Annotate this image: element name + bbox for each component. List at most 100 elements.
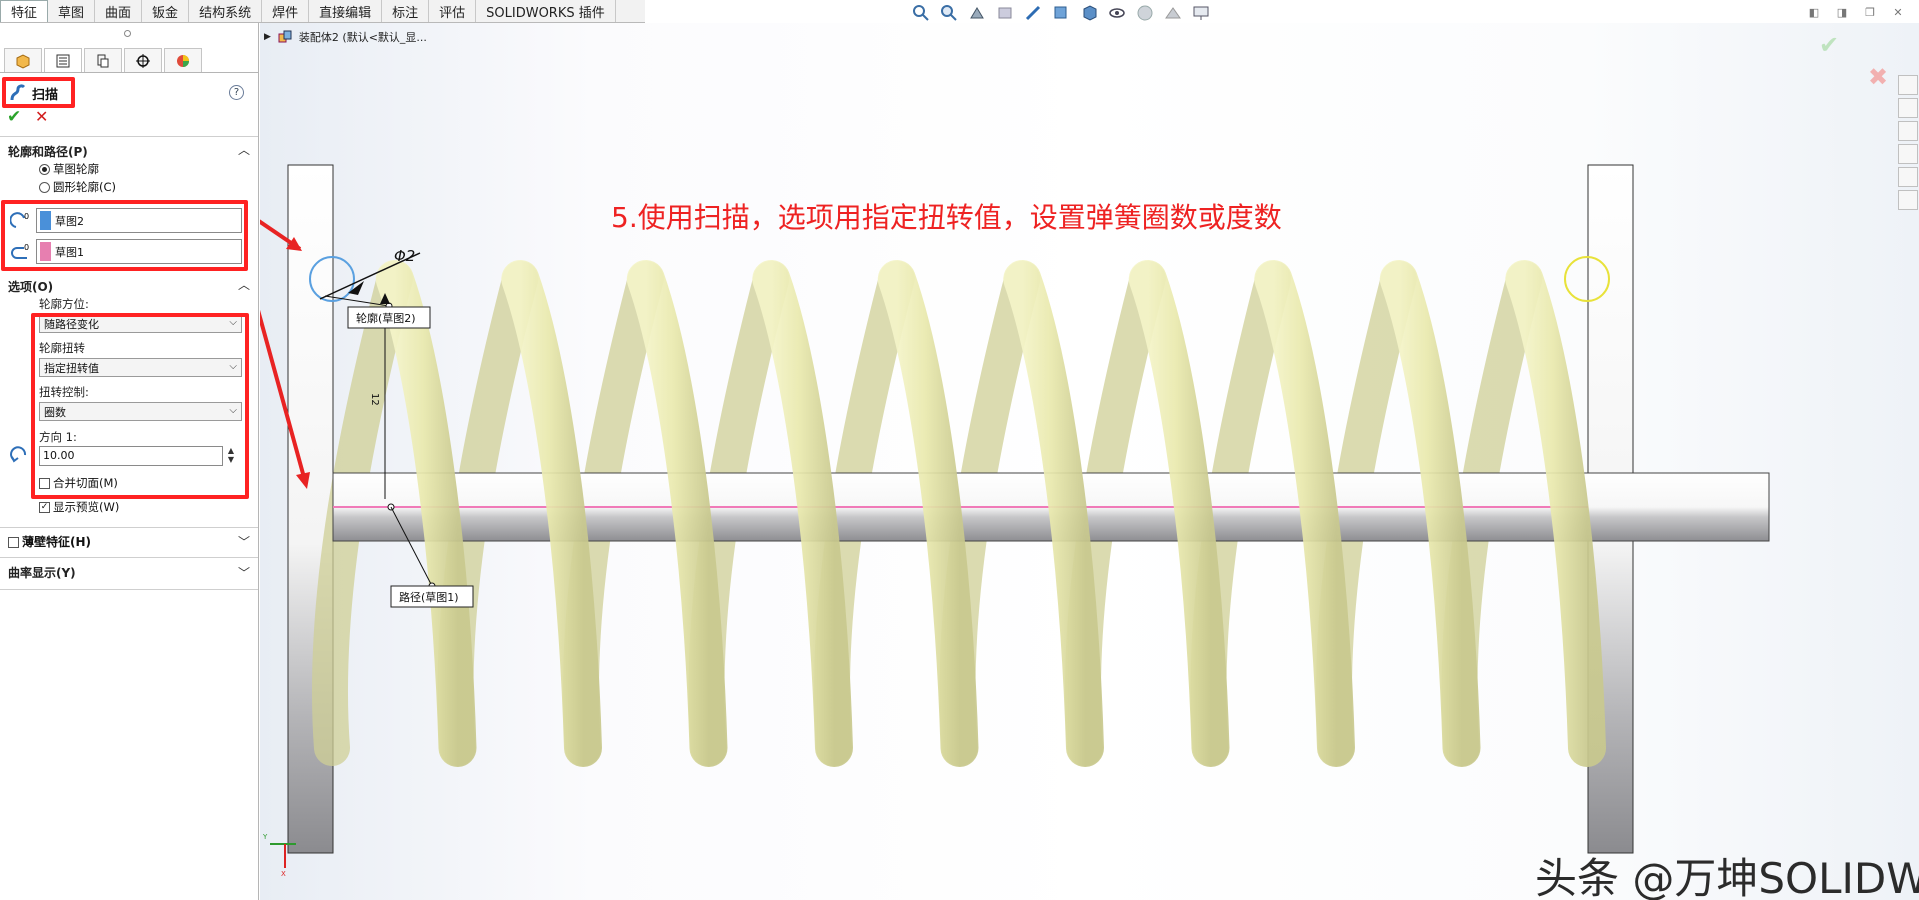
merge-tangent-label: 合并切面(M): [53, 476, 118, 490]
divider: [0, 557, 258, 558]
twist-dropdown[interactable]: 指定扭转值 ⌵: [39, 358, 242, 377]
custom-properties-icon[interactable]: [1898, 190, 1918, 210]
propertymanager-tab-icon[interactable]: [44, 48, 82, 72]
show-preview-label: 显示预览(W): [53, 500, 120, 514]
tab-structure-system[interactable]: 结构系统: [189, 0, 263, 22]
appearances-icon[interactable]: [1898, 167, 1918, 187]
edit-appearance-icon[interactable]: [1134, 3, 1156, 23]
confirm-cancel-icon[interactable]: ✖: [1868, 63, 1888, 91]
featuremanager-tab-icon[interactable]: [4, 48, 42, 72]
previous-view-icon[interactable]: [966, 3, 988, 23]
orientation-dropdown[interactable]: 随路径变化 ⌵: [39, 314, 242, 333]
triad-x-label: X: [281, 870, 286, 878]
chevron-down-icon: ⌵: [229, 405, 237, 416]
radio-sketch-profile[interactable]: 草图轮廓: [39, 161, 99, 177]
display-style-icon[interactable]: [1078, 3, 1100, 23]
view-palette-icon[interactable]: [1898, 144, 1918, 164]
direction-icon: [10, 446, 27, 463]
chevron-up-icon[interactable]: ︿: [238, 141, 250, 158]
radio-circular-profile[interactable]: 圆形轮廓(C): [39, 179, 116, 195]
radio-icon[interactable]: [39, 164, 50, 175]
tile-right-icon[interactable]: ◨: [1833, 3, 1851, 21]
tile-left-icon[interactable]: ◧: [1805, 3, 1823, 21]
tab-surfaces[interactable]: 曲面: [95, 0, 143, 22]
tab-solidworks-addins[interactable]: SOLIDWORKS 插件: [476, 0, 616, 22]
orientation-label: 轮廓方位:: [39, 297, 89, 311]
merge-tangent-checkbox[interactable]: 合并切面(M): [39, 475, 118, 491]
close-icon[interactable]: ✕: [1889, 3, 1907, 21]
profile-selection-box[interactable]: 草图2: [36, 208, 242, 233]
help-icon[interactable]: ?: [229, 85, 244, 100]
divider: [0, 136, 258, 137]
path-selection-box[interactable]: 草图1: [36, 239, 242, 264]
show-preview-checkbox[interactable]: ✓ 显示预览(W): [39, 499, 119, 515]
path-color-swatch: [40, 242, 51, 261]
diameter-dimension[interactable]: Φ2: [394, 247, 415, 265]
orientation-value: 随路径变化: [44, 317, 99, 331]
sweep-icon: [10, 84, 26, 101]
path-selector-icon: 0: [11, 243, 29, 259]
checkbox-checked-icon[interactable]: ✓: [39, 502, 50, 513]
ok-check-icon[interactable]: ✔: [7, 107, 21, 127]
feature-title: 扫描: [32, 87, 59, 103]
svg-text:0: 0: [24, 243, 29, 252]
tab-markup[interactable]: 标注: [382, 0, 430, 22]
svg-text:0: 0: [24, 212, 29, 221]
section-view-icon[interactable]: [994, 3, 1016, 23]
restore-icon[interactable]: ❐: [1861, 3, 1879, 21]
home-icon[interactable]: [1898, 75, 1918, 95]
tab-evaluate[interactable]: 评估: [429, 0, 477, 22]
design-library-icon[interactable]: [1898, 98, 1918, 118]
checkbox-icon[interactable]: [8, 537, 19, 548]
twist-control-label: 扭转控制:: [39, 385, 89, 399]
chevron-up-icon[interactable]: ︿: [238, 276, 250, 293]
view-settings-icon[interactable]: [1190, 3, 1212, 23]
twist-value: 指定扭转值: [44, 361, 99, 375]
cancel-x-icon[interactable]: ✕: [35, 107, 48, 126]
command-manager-tabs: 特征 草图 曲面 钣金 结构系统 焊件 直接编辑 标注 评估 SOLIDWORK…: [0, 0, 645, 23]
divider: [0, 527, 258, 528]
direction-label: 方向 1:: [39, 430, 77, 444]
triad-y-label: Y: [262, 833, 268, 841]
configuration-manager-tab-icon[interactable]: [84, 48, 122, 72]
confirm-ok-icon[interactable]: ✔: [1819, 31, 1839, 59]
panel-grip-icon[interactable]: [124, 30, 131, 37]
path-callout: 路径(草图1): [399, 591, 459, 604]
radio-circle-label: 圆形轮廓(C): [53, 180, 117, 194]
chevron-down-icon[interactable]: ﹀: [238, 533, 250, 550]
spin-stepper[interactable]: ▲ ▼: [224, 446, 238, 466]
tab-sheet-metal[interactable]: 钣金: [142, 0, 190, 22]
profile-selector-icon: 0: [10, 212, 29, 228]
feature-title-row: 扫描: [8, 83, 58, 103]
checkbox-icon[interactable]: [39, 478, 50, 489]
direction-value-input[interactable]: 10.00: [39, 446, 223, 466]
view-orientation-icon[interactable]: [1050, 3, 1072, 23]
tab-sketch[interactable]: 草图: [48, 0, 96, 22]
chevron-down-icon[interactable]: ﹀: [238, 564, 250, 581]
thin-feature-section[interactable]: 薄壁特征(H): [8, 533, 91, 550]
profile-path-header[interactable]: 轮廓和路径(P): [8, 143, 88, 160]
chevron-down-icon: ⌵: [229, 361, 237, 372]
dynamic-annotation-icon[interactable]: [1022, 3, 1044, 23]
display-manager-tab-icon[interactable]: [164, 48, 202, 72]
heads-up-view-toolbar: [910, 3, 1212, 23]
chevron-down-icon: ⌵: [229, 317, 237, 328]
hide-show-items-icon[interactable]: [1106, 3, 1128, 23]
radio-icon[interactable]: [39, 182, 50, 193]
apply-scene-icon[interactable]: [1162, 3, 1184, 23]
tab-weldments[interactable]: 焊件: [262, 0, 310, 22]
profile-color-swatch: [40, 211, 51, 230]
file-explorer-icon[interactable]: [1898, 121, 1918, 141]
twist-label: 轮廓扭转: [39, 341, 85, 355]
divider: [0, 589, 258, 590]
graphics-area[interactable]: ▶ 装配体2 (默认<默认_显... Φ2 12 轮廓(草图2) 路径(草图1)…: [260, 23, 1919, 900]
vertical-dimension-value[interactable]: 12: [369, 393, 380, 406]
zoom-to-area-icon[interactable]: [938, 3, 960, 23]
options-header[interactable]: 选项(O): [8, 278, 53, 295]
dimxpert-tab-icon[interactable]: [124, 48, 162, 72]
curvature-display-header[interactable]: 曲率显示(Y): [8, 564, 76, 581]
zoom-to-fit-icon[interactable]: [910, 3, 932, 23]
twist-control-dropdown[interactable]: 圈数 ⌵: [39, 402, 242, 421]
tab-features[interactable]: 特征: [0, 0, 49, 22]
tab-direct-editing[interactable]: 直接编辑: [309, 0, 383, 22]
